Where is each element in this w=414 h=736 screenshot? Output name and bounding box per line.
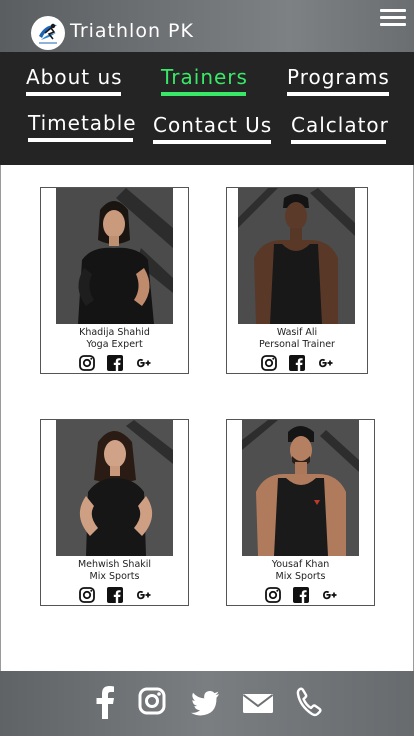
instagram-icon[interactable] (78, 586, 96, 604)
nav-about-us[interactable]: About us (26, 65, 123, 96)
nav-about-us-label: About us (26, 65, 123, 89)
trainer-card: Yousaf Khan Mix Sports (226, 419, 375, 606)
trainer-photo (56, 188, 173, 324)
google-plus-icon[interactable] (134, 586, 152, 604)
twitter-icon[interactable] (190, 685, 220, 719)
nav-underline-active (161, 92, 246, 96)
nav-programs-label: Programs (287, 65, 390, 89)
trainer-role: Yoga Expert (86, 339, 143, 350)
google-plus-icon[interactable] (134, 354, 152, 372)
nav-underline (153, 140, 271, 144)
nav-underline (26, 92, 121, 96)
nav-underline (28, 138, 133, 142)
trainer-photo (242, 420, 359, 556)
hamburger-menu-icon[interactable] (380, 9, 406, 27)
main-nav: About us Trainers Programs Timetable Con… (0, 52, 414, 165)
trainer-social-links (227, 586, 374, 604)
footer (0, 671, 414, 736)
nav-timetable-label: Timetable (28, 111, 137, 135)
instagram-icon[interactable] (260, 354, 278, 372)
facebook-icon[interactable] (106, 354, 124, 372)
nav-contact-us-label: Contact Us (153, 113, 273, 137)
trainer-role: Mix Sports (275, 571, 326, 582)
google-plus-icon[interactable] (320, 586, 338, 604)
trainer-name: Khadija Shahid (79, 327, 150, 338)
instagram-icon[interactable] (138, 685, 166, 719)
nav-programs[interactable]: Programs (287, 65, 390, 96)
mail-icon[interactable] (242, 685, 274, 719)
nav-underline (291, 140, 386, 144)
nav-trainers-label: Trainers (161, 65, 248, 89)
trainer-role: Personal Trainer (259, 339, 335, 350)
trainer-card: Mehwish Shakil Mix Sports (40, 419, 189, 606)
instagram-icon[interactable] (264, 586, 282, 604)
trainer-social-links (227, 354, 367, 372)
trainer-name: Yousaf Khan (271, 559, 330, 570)
trainer-role: Mix Sports (89, 571, 140, 582)
runner-logo-icon[interactable] (31, 16, 65, 50)
header: Triathlon PK (0, 0, 414, 52)
trainer-card: Wasif Ali Personal Trainer (226, 187, 368, 374)
phone-icon[interactable] (296, 685, 322, 719)
facebook-icon[interactable] (94, 685, 116, 719)
trainer-name: Mehwish Shakil (77, 559, 152, 570)
trainer-name: Wasif Ali (276, 327, 318, 338)
trainer-photo (238, 188, 355, 324)
facebook-icon[interactable] (288, 354, 306, 372)
nav-calculator[interactable]: Calclator (291, 113, 389, 144)
trainer-photo (56, 420, 173, 556)
trainer-social-links (41, 354, 188, 372)
trainer-social-links (41, 586, 188, 604)
facebook-icon[interactable] (292, 586, 310, 604)
nav-calculator-label: Calclator (291, 113, 389, 137)
nav-trainers[interactable]: Trainers (161, 65, 248, 96)
nav-contact-us[interactable]: Contact Us (153, 113, 272, 144)
trainers-section: Khadija Shahid Yoga Expert Wasif Ali Per… (0, 165, 414, 671)
nav-underline (287, 92, 389, 96)
facebook-icon[interactable] (106, 586, 124, 604)
site-title[interactable]: Triathlon PK (70, 20, 194, 42)
nav-timetable[interactable]: Timetable (28, 111, 137, 142)
trainer-card: Khadija Shahid Yoga Expert (40, 187, 189, 374)
instagram-icon[interactable] (78, 354, 96, 372)
google-plus-icon[interactable] (316, 354, 334, 372)
